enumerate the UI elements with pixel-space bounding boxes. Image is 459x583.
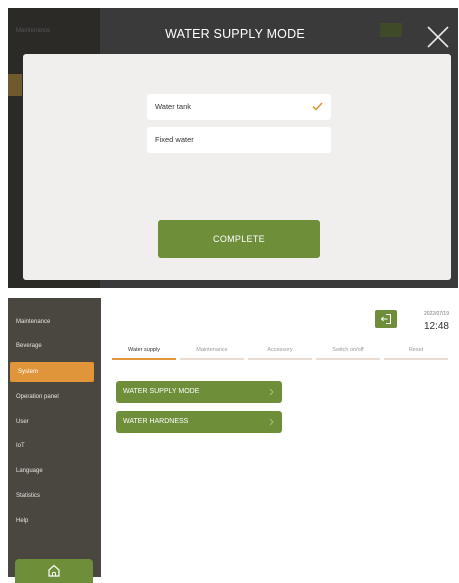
tab-maintenance[interactable]: Maintenance — [180, 344, 244, 360]
date-display: 2022/07/19 — [423, 311, 449, 317]
sidebar-item-maintenance[interactable]: Maintenance — [8, 312, 101, 332]
sidebar-item-iot[interactable]: IoT — [8, 436, 101, 456]
menu-label: WATER SUPPLY MODE — [123, 388, 200, 395]
dimmed-exit-button — [380, 23, 402, 37]
water-supply-mode-dialog-screen: Maintenance WATER SUPPLY MODE Water tank… — [8, 8, 458, 288]
exit-button[interactable] — [375, 310, 397, 328]
tab-reset[interactable]: Reset — [384, 344, 448, 360]
dimmed-sidebar-item: Maintenance — [16, 28, 51, 34]
tab-accessory[interactable]: Accessory — [248, 344, 312, 360]
home-button[interactable] — [15, 559, 93, 583]
chevron-right-icon — [269, 418, 274, 426]
water-hardness-button[interactable]: WATER HARDNESS — [116, 411, 282, 433]
sidebar: Maintenance Beverage System Operation pa… — [8, 298, 101, 583]
tab-switch-on-off[interactable]: Switch on/off — [316, 344, 380, 360]
close-icon — [427, 26, 449, 48]
modal-title: WATER SUPPLY MODE — [165, 27, 305, 41]
tab-bar: Water supply Maintenance Accessory Switc… — [112, 344, 449, 360]
option-label: Water tank — [155, 102, 191, 111]
water-supply-mode-button[interactable]: WATER SUPPLY MODE — [116, 381, 282, 403]
option-water-tank[interactable]: Water tank — [147, 94, 331, 120]
menu-label: WATER HARDNESS — [123, 418, 189, 425]
home-icon — [48, 564, 60, 577]
complete-button[interactable]: COMPLETE — [158, 220, 320, 258]
tab-water-supply[interactable]: Water supply — [112, 344, 176, 360]
sidebar-item-system[interactable]: System — [10, 362, 94, 382]
close-button[interactable] — [426, 25, 450, 49]
sidebar-item-beverage[interactable]: Beverage — [8, 336, 101, 356]
exit-icon — [380, 314, 391, 324]
sidebar-item-user[interactable]: User — [8, 412, 101, 432]
system-settings-screen: Maintenance Beverage System Operation pa… — [8, 298, 459, 583]
sidebar-item-language[interactable]: Language — [8, 461, 101, 481]
sidebar-item-statistics[interactable]: Statistics — [8, 486, 101, 506]
checkmark-icon — [312, 102, 323, 111]
sidebar-item-help[interactable]: Help — [8, 511, 101, 531]
time-display: 12:48 — [423, 321, 449, 332]
chevron-right-icon — [269, 388, 274, 396]
option-label: Fixed water — [155, 135, 194, 144]
modal-card: Water tank Fixed water COMPLETE — [23, 54, 451, 280]
sidebar-item-operation-panel[interactable]: Operation panel — [8, 387, 101, 407]
option-fixed-water[interactable]: Fixed water — [147, 127, 331, 153]
dimmed-active-item — [8, 74, 22, 96]
